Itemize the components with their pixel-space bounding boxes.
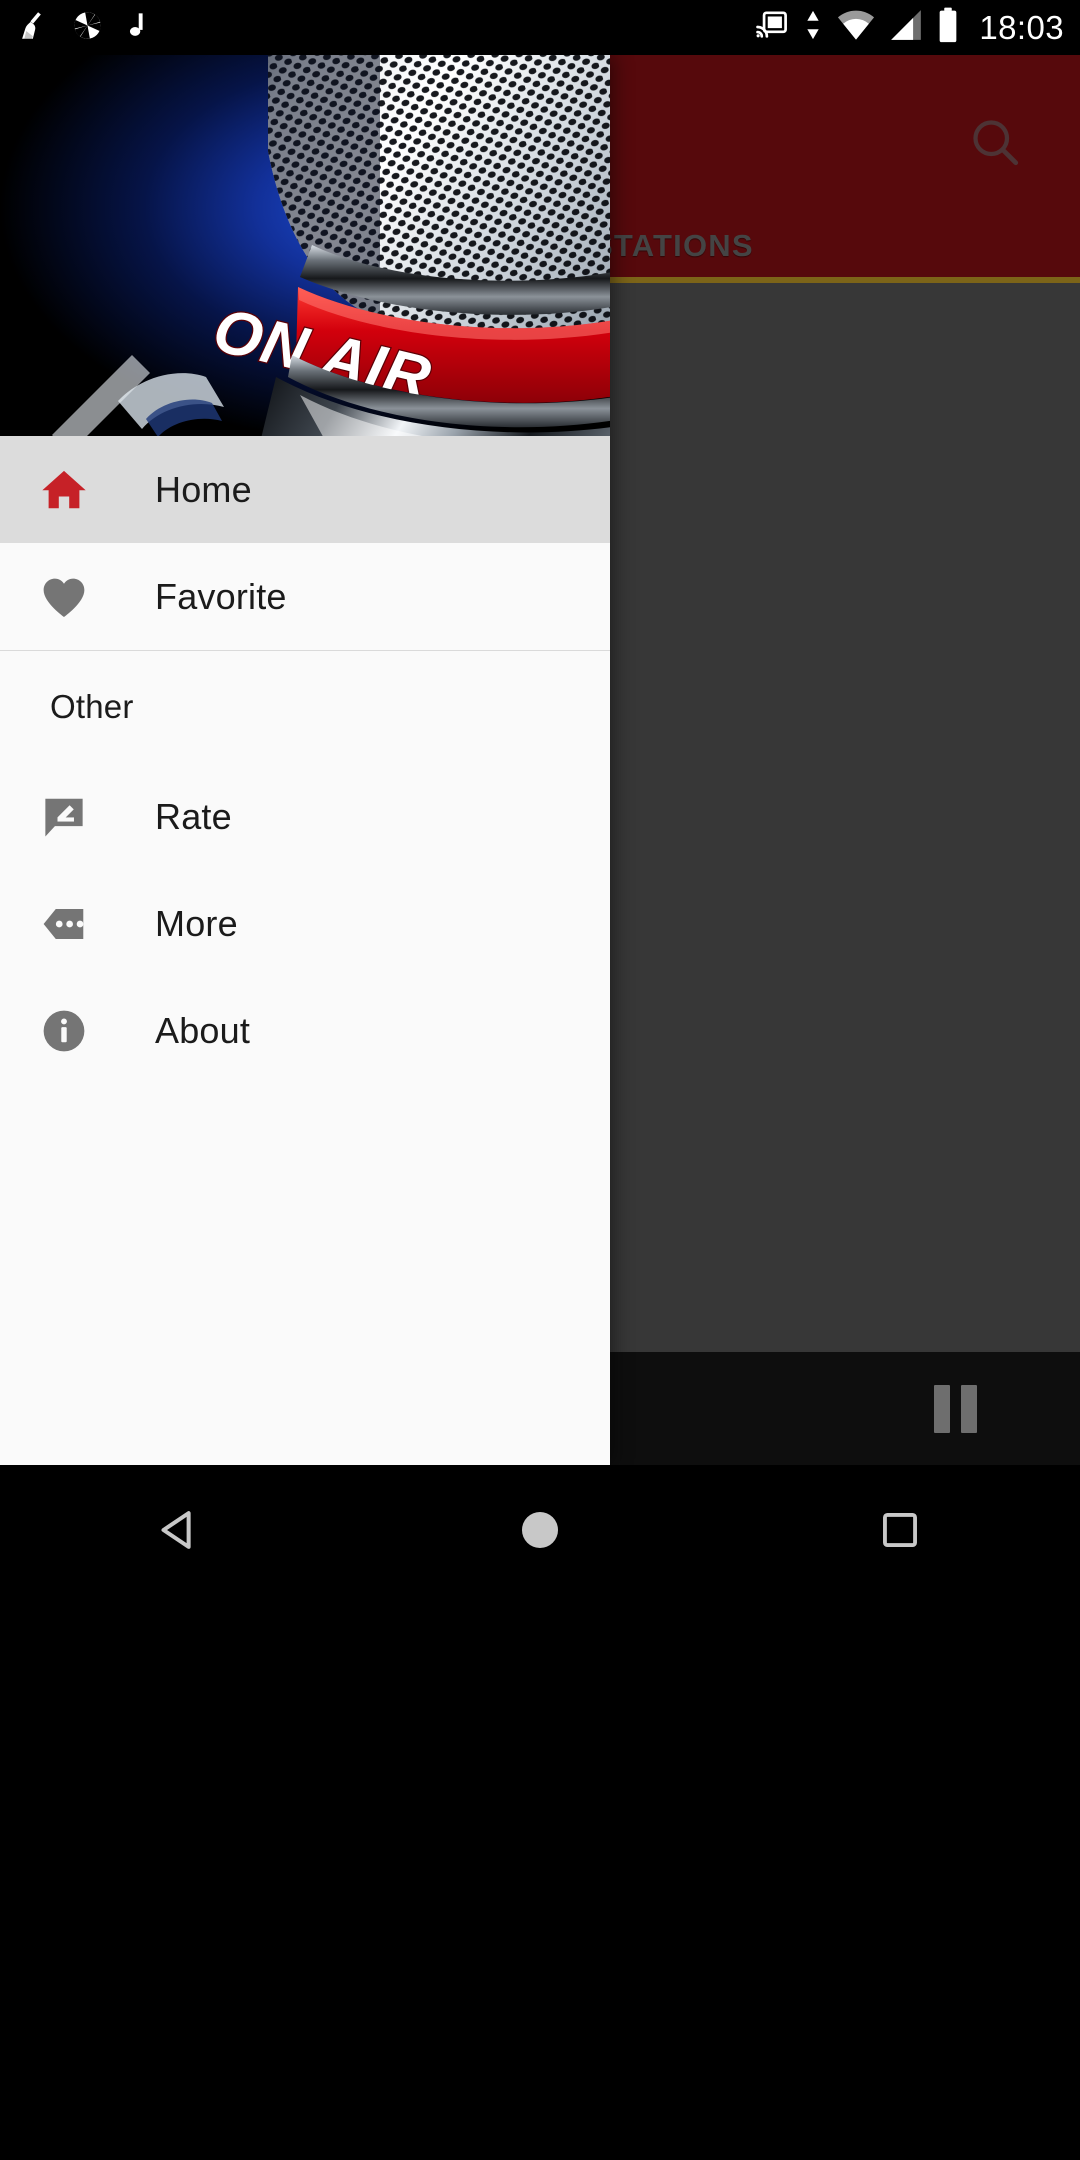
rate-review-icon: [36, 789, 92, 845]
drawer-item-favorite-label: Favorite: [155, 575, 287, 617]
recents-square-icon[interactable]: [835, 1465, 965, 1595]
cast-icon: [755, 8, 789, 47]
drawer-item-home[interactable]: Home: [0, 436, 610, 543]
status-bar: 18:03: [0, 0, 1080, 55]
drawer-item-home-label: Home: [155, 468, 252, 510]
drawer-item-favorite[interactable]: Favorite: [0, 543, 610, 650]
phone-screen: STATIONS ON AIR Home Favorite Other Rate…: [0, 0, 1080, 2160]
pause-bar-left: [933, 1385, 950, 1433]
drawer-section-other-label: Other: [50, 688, 134, 725]
drawer-item-about[interactable]: About: [0, 977, 610, 1084]
back-triangle-icon[interactable]: [115, 1465, 245, 1595]
home-icon: [36, 462, 92, 518]
music-note-icon: [124, 10, 155, 46]
mini-player: [610, 1352, 1080, 1465]
drawer-item-more[interactable]: More: [0, 870, 610, 977]
info-icon: [36, 1003, 92, 1059]
status-bar-clock: 18:03: [979, 9, 1064, 46]
drawer-item-about-label: About: [155, 1009, 251, 1051]
on-air-microphone-image: ON AIR: [0, 55, 610, 436]
drawer-item-more-label: More: [155, 902, 238, 944]
drawer-section-other: Other: [0, 651, 610, 763]
drawer-header: ON AIR: [0, 55, 610, 436]
drawer-item-rate[interactable]: Rate: [0, 763, 610, 870]
pause-bar-right: [960, 1385, 977, 1433]
data-transfer-icon: [803, 8, 823, 47]
cellular-signal-icon: [889, 8, 923, 47]
pause-icon[interactable]: [918, 1372, 992, 1446]
home-circle-icon[interactable]: [475, 1465, 605, 1595]
broom-clean-icon: [18, 9, 51, 47]
more-tag-icon: [36, 896, 92, 952]
android-navigation-bar: [0, 1465, 1080, 2160]
status-bar-system-icons: 18:03: [755, 0, 1064, 55]
battery-icon: [937, 7, 959, 48]
navigation-drawer: ON AIR Home Favorite Other Rate More Abo…: [0, 55, 610, 1465]
wifi-icon: [837, 8, 875, 47]
status-bar-notifications: [18, 0, 155, 55]
camera-aperture-icon: [71, 9, 104, 47]
drawer-item-rate-label: Rate: [155, 795, 232, 837]
heart-icon: [36, 569, 92, 625]
